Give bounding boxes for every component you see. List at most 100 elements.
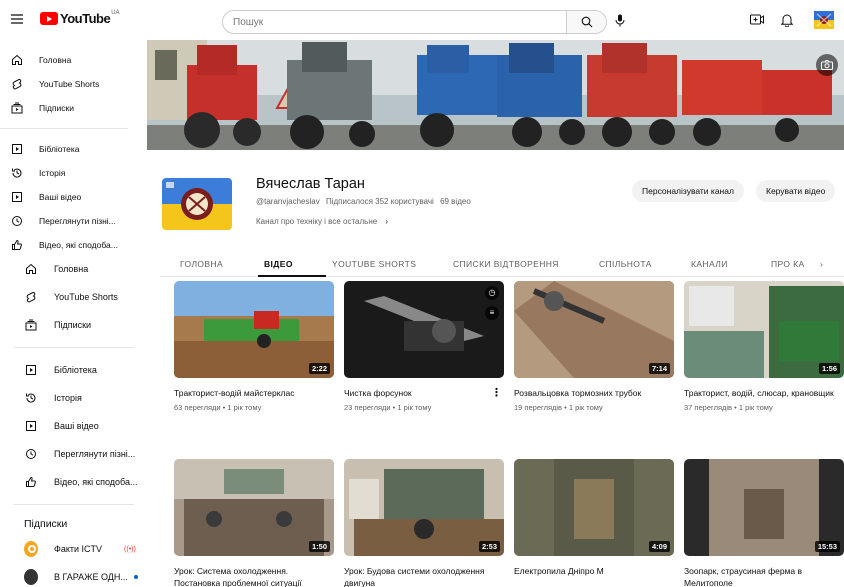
sidebar-item-home[interactable]: Головна: [0, 255, 146, 283]
user-avatar-icon: [814, 11, 834, 29]
sidebar-item-subscriptions[interactable]: Підписки: [0, 311, 146, 339]
watch-later-icon[interactable]: ◷: [485, 286, 499, 300]
video-card[interactable]: 2:22 Тракторист-водій майстерклас 63 пер…: [174, 281, 334, 412]
create-button[interactable]: [750, 13, 764, 26]
video-title[interactable]: Тракторист-водій майстерклас: [174, 387, 334, 399]
sidebar-item-history[interactable]: Історія: [0, 161, 140, 185]
thumbs-up-icon: [10, 238, 24, 252]
tab-shorts[interactable]: YOUTUBE SHORTS: [332, 259, 416, 269]
injector-cleaning-thumbnail: [344, 281, 504, 378]
account-avatar[interactable]: [814, 11, 834, 29]
video-thumbnail[interactable]: ◷ ≡: [344, 281, 504, 378]
video-duration: 2:22: [308, 363, 330, 374]
sidebar-item-your-videos[interactable]: Ваші відео: [0, 412, 146, 440]
video-thumbnail[interactable]: 7:14: [514, 281, 674, 378]
watch-later-icon: [10, 214, 24, 228]
video-card[interactable]: 2:53 Урок: Будова системи охолодження дв…: [344, 459, 504, 587]
search-button[interactable]: [566, 11, 606, 33]
manage-videos-button[interactable]: Керувати відео: [756, 180, 836, 202]
tab-playlists[interactable]: СПИСКИ ВІДТВОРЕННЯ: [453, 259, 559, 269]
sidebar-item-library[interactable]: Бібліотека: [0, 137, 140, 161]
tab-about[interactable]: ПРО КА: [771, 259, 805, 269]
video-title[interactable]: Урок: Система охолодження. Постановка пр…: [174, 565, 334, 587]
video-title[interactable]: Чистка форсунок: [344, 387, 504, 399]
chevron-right-icon[interactable]: ›: [820, 259, 823, 269]
sidebar-item-liked[interactable]: Відео, які сподоба...: [0, 233, 140, 257]
video-card[interactable]: 7:14 Розвальцовка тормозних трубок 19 пе…: [514, 281, 674, 412]
channel-handle: @taranvjacheslav: [256, 197, 320, 206]
video-card[interactable]: ◷ ≡ Чистка форсунок 23 перегляди • 1 рік…: [344, 281, 504, 412]
edit-banner-button[interactable]: [816, 54, 838, 76]
sidebar-item-shorts[interactable]: YouTube Shorts: [0, 72, 140, 96]
tab-channels[interactable]: КАНАЛИ: [691, 259, 728, 269]
logo-text: YouTube: [60, 11, 111, 26]
subscription-label: В ГАРАЖЕ ОДН...: [54, 572, 128, 582]
channel-avatar[interactable]: [162, 178, 232, 230]
video-title[interactable]: Електропила Дніпро М: [514, 565, 674, 577]
channel-tabs: ГОЛОВНА ВІДЕО YOUTUBE SHORTS СПИСКИ ВІДТ…: [160, 255, 844, 277]
more-actions-icon[interactable]: ⋮: [491, 388, 502, 399]
notifications-button[interactable]: [781, 13, 793, 27]
video-title[interactable]: Розвальцовка тормозних трубок: [514, 387, 674, 399]
search-input[interactable]: [223, 11, 566, 33]
sidebar-divider: [14, 347, 134, 348]
tab-home[interactable]: ГОЛОВНА: [180, 259, 223, 269]
search-box: [222, 10, 607, 34]
video-title[interactable]: Урок: Будова системи охолодження двигуна: [344, 565, 504, 587]
voice-search-button[interactable]: [615, 14, 625, 27]
subscription-item[interactable]: Факти ICTV ((•)): [0, 535, 146, 563]
tab-videos[interactable]: ВІДЕО: [264, 259, 293, 269]
channel-avatar: [24, 541, 38, 557]
top-bar: YouTube UA: [0, 0, 844, 40]
subscription-label: Факти ICTV: [54, 544, 103, 554]
sidebar-item-watch-later[interactable]: Переглянути пізні...: [0, 209, 140, 233]
sidebar-item-shorts[interactable]: YouTube Shorts: [0, 283, 146, 311]
video-thumbnail[interactable]: 2:22: [174, 281, 334, 378]
video-thumbnail[interactable]: 1:56: [684, 281, 844, 378]
video-duration: 1:56: [818, 363, 840, 374]
video-duration: 4:09: [648, 541, 670, 552]
channel-name: Вячеслав Таран: [256, 176, 365, 192]
tab-community[interactable]: СПІЛЬНОТА: [599, 259, 652, 269]
hamburger-menu-icon[interactable]: [10, 12, 24, 26]
subscriptions-icon: [10, 101, 24, 115]
sidebar-main: Головна YouTube Shorts Підписки Бібліоте…: [0, 48, 140, 257]
sidebar-item-watch-later[interactable]: Переглянути пізні...: [0, 440, 146, 468]
subscription-item[interactable]: В ГАРАЖЕ ОДН...: [0, 563, 146, 587]
video-card[interactable]: 4:09 Електропила Дніпро М: [514, 459, 674, 581]
sidebar-item-label: Історія: [39, 168, 66, 178]
channel-description-link[interactable]: Канал про техніку і все остальне ›: [256, 217, 388, 226]
sidebar-item-label: Головна: [39, 55, 72, 65]
channel-avatar: [24, 569, 38, 585]
video-card[interactable]: 1:56 Тракторист, водій, слюсар, крановщи…: [684, 281, 844, 412]
video-card[interactable]: 1:50 Урок: Система охолодження. Постанов…: [174, 459, 334, 587]
history-icon: [10, 166, 24, 180]
sidebar-item-label: Головна: [54, 264, 89, 274]
video-title[interactable]: Зоопарк, страусиная ферма в Мелитополе: [684, 565, 844, 587]
sidebar-item-subscriptions[interactable]: Підписки: [0, 96, 140, 120]
active-tab-indicator: [258, 275, 326, 277]
sidebar-item-label: YouTube Shorts: [39, 79, 100, 89]
add-to-queue-icon[interactable]: ≡: [485, 306, 499, 320]
video-thumbnail[interactable]: 1:50: [174, 459, 334, 556]
video-thumbnail[interactable]: 4:09: [514, 459, 674, 556]
sidebar-item-home[interactable]: Головна: [0, 48, 140, 72]
youtube-logo[interactable]: YouTube UA: [40, 10, 120, 26]
thumbs-up-icon: [24, 475, 38, 489]
video-thumbnail[interactable]: 2:53: [344, 459, 504, 556]
sidebar-item-label: Відео, які сподоба...: [39, 240, 118, 250]
video-thumbnail[interactable]: 15:53: [684, 459, 844, 556]
channel-description: Канал про техніку і все остальне: [256, 217, 378, 226]
video-title[interactable]: Тракторист, водій, слюсар, крановщик: [684, 387, 844, 399]
video-duration: 15:53: [814, 541, 840, 552]
video-meta: 63 перегляди • 1 рік тому: [174, 403, 262, 412]
sidebar-item-liked[interactable]: Відео, які сподоба...: [0, 468, 146, 496]
sidebar-item-history[interactable]: Історія: [0, 384, 146, 412]
sidebar-item-library[interactable]: Бібліотека: [0, 356, 146, 384]
customize-channel-button[interactable]: Персоналізувати канал: [632, 180, 744, 202]
sidebar-item-label: Переглянути пізні...: [54, 449, 136, 459]
shorts-icon: [24, 290, 38, 304]
video-card[interactable]: 15:53 Зоопарк, страусиная ферма в Мелито…: [684, 459, 844, 587]
sidebar-overlay: Головна YouTube Shorts Підписки Бібліоте…: [0, 255, 146, 587]
sidebar-item-your-videos[interactable]: Ваші відео: [0, 185, 140, 209]
